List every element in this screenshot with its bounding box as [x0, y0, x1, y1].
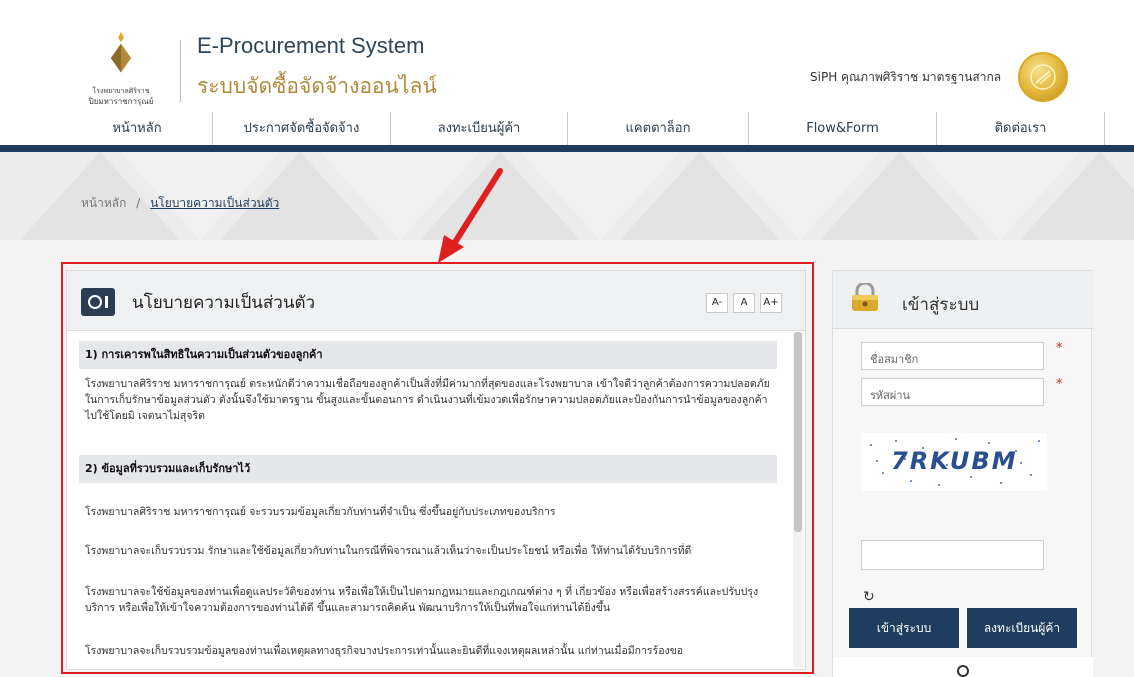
padlock-icon	[852, 283, 878, 311]
login-button[interactable]: เข้าสู่ระบบ	[849, 608, 959, 648]
nav-item-catalog[interactable]: แคตตาล็อก	[568, 112, 748, 145]
captcha-image: 7RKUBM	[861, 433, 1047, 491]
nav-item-flow-form[interactable]: Flow&Form	[749, 112, 936, 145]
site-title-th: ระบบจัดซื้อจัดจ้างออนไลน์	[197, 74, 437, 98]
logo-emblem-icon	[110, 32, 132, 73]
breadcrumb: หน้าหลัก / นโยบายความเป็นส่วนตัว	[81, 194, 279, 213]
required-marker: *	[1056, 377, 1063, 392]
required-marker: *	[1056, 341, 1063, 356]
logo-text-line2: ปิยมหาราชการุณย์	[88, 97, 154, 106]
annotation-arrow-icon	[438, 168, 503, 263]
login-title: เข้าสู่ระบบ	[902, 295, 980, 315]
site-title-en: E-Procurement System	[197, 33, 425, 58]
page-banner: หน้าหลัก / นโยบายความเป็นส่วนตัว	[0, 152, 1134, 240]
hospital-logo[interactable]: โรงพยาบาลศิริราช ปิยมหาราชการุณย์	[80, 10, 160, 106]
main-nav: หน้าหลัก ประกาศจัดซื้อจัดจ้าง ลงทะเบียนผ…	[0, 112, 1134, 152]
quality-seal-icon	[1018, 52, 1068, 102]
nav-item-vendor-register[interactable]: ลงทะเบียนผู้ค้า	[391, 112, 567, 145]
login-panel-footer	[833, 657, 1093, 677]
nav-separator	[1104, 112, 1105, 145]
login-panel: เข้าสู่ระบบ ชื่อสมาชิก * รหัสผ่าน * 7RKU…	[832, 270, 1093, 677]
breadcrumb-home[interactable]: หน้าหลัก	[81, 196, 126, 210]
breadcrumb-current[interactable]: นโยบายความเป็นส่วนตัว	[150, 196, 279, 210]
breadcrumb-separator: /	[136, 196, 141, 210]
nav-item-contact[interactable]: ติดต่อเรา	[937, 112, 1104, 145]
quality-label: SiPH คุณภาพศิริราช มาตรฐานสากล	[810, 70, 1002, 84]
annotation-highlight-box	[61, 262, 814, 674]
login-panel-header: เข้าสู่ระบบ	[833, 271, 1093, 329]
username-field[interactable]: ชื่อสมาชิก	[861, 342, 1044, 370]
refresh-captcha-icon[interactable]: ↻	[863, 589, 875, 605]
nav-item-announcements[interactable]: ประกาศจัดซื้อจัดจ้าง	[213, 112, 390, 145]
nav-item-home[interactable]: หน้าหลัก	[62, 112, 212, 145]
captcha-input[interactable]	[861, 540, 1044, 570]
user-icon	[957, 665, 969, 677]
header-divider	[180, 40, 181, 102]
password-field[interactable]: รหัสผ่าน	[861, 378, 1044, 406]
captcha-text: 7RKUBM	[891, 447, 1018, 475]
site-header: โรงพยาบาลศิริราช ปิยมหาราชการุณย์ E-Proc…	[0, 0, 1134, 112]
register-vendor-button[interactable]: ลงทะเบียนผู้ค้า	[967, 608, 1077, 648]
